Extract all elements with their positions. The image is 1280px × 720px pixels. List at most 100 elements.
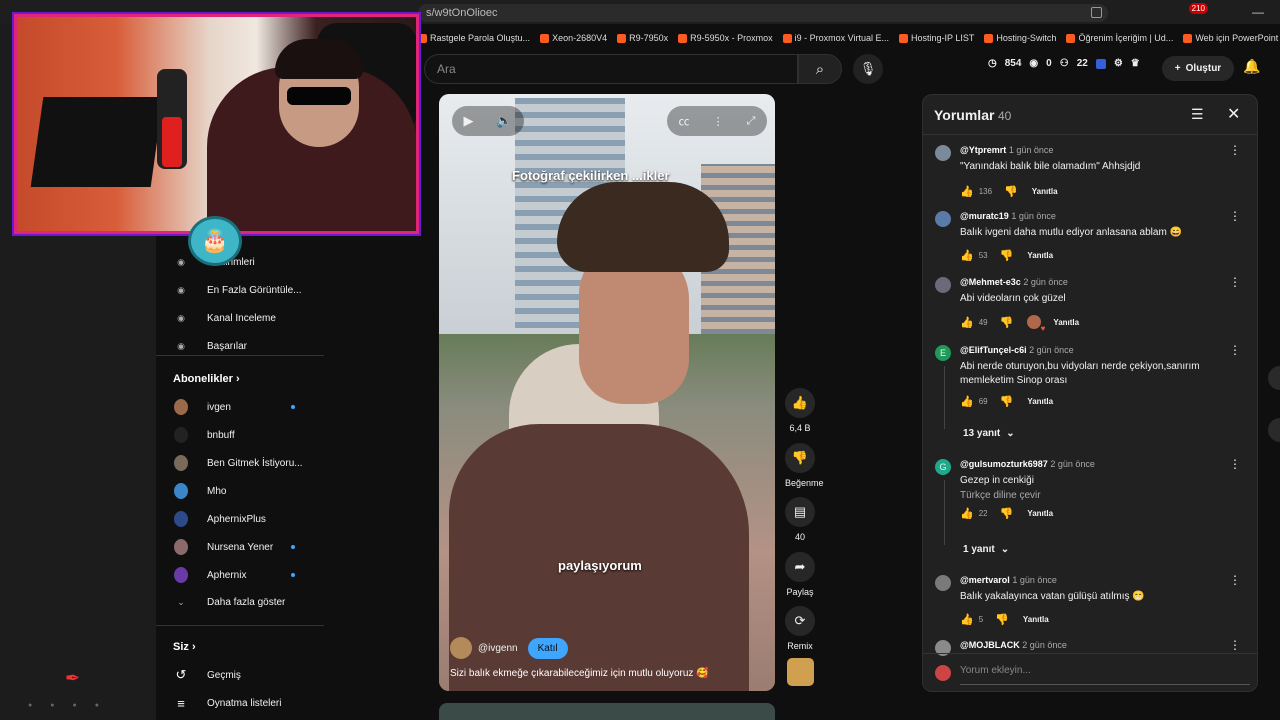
comment-author[interactable]: @ElifTunçel-c6i 2 gün önce [960,345,1074,355]
trophy-icon[interactable]: ♛ [1131,58,1140,69]
thumbs-down-icon[interactable]: 👎 [995,613,1009,626]
avatar[interactable] [935,575,951,591]
address-bar[interactable]: s/w9tOnOlioec [418,4,1108,22]
bookmark-item[interactable]: i9 - Proxmox Virtual E... [782,33,889,43]
avatar[interactable] [935,277,951,293]
extension-icon[interactable] [1095,58,1106,69]
bookmark-item[interactable]: Web için PowerPoint -... [1183,33,1280,43]
thumbs-up-icon[interactable]: 👍 [960,316,974,329]
comment-author[interactable]: @muratc19 1 gün önce [960,211,1056,221]
bookmark-item[interactable]: Öğrenim İçeriğim | Ud... [1066,33,1173,43]
translate-link[interactable]: Türkçe diline çevir [960,490,1041,501]
next-short-button[interactable] [1268,366,1280,390]
comment-author[interactable]: @Mehmet-e3c 2 gün önce [960,277,1068,287]
sidebar-item-history[interactable]: ↺ Geçmiş [156,661,324,689]
voice-search-button[interactable]: 🎙 [853,54,883,84]
comment-icon[interactable]: ▤ [785,497,815,527]
bookmark-item[interactable]: Xeon-2680V4 [540,33,607,43]
sidebar-item-studio[interactable]: ◉ En Fazla Görüntüle... [156,276,324,304]
reply-button[interactable]: Yanıtla [1027,509,1053,518]
dislike-action[interactable]: 👎 Beğenme [785,443,824,488]
sidebar-item-subscription[interactable]: Mho [156,477,324,505]
more-vert-icon[interactable]: ⋮ [1229,638,1241,652]
thumbs-down-icon[interactable]: 👎 [1000,316,1014,329]
more-vert-icon[interactable]: ⋮ [1229,573,1241,587]
search-input[interactable]: Ara [424,54,798,84]
bookmark-item[interactable]: R9-5950x - Proxmox [678,33,773,43]
channel-avatar[interactable] [450,637,472,659]
fullscreen-icon[interactable]: ⤢ [747,115,756,128]
sidebar-item-subscription[interactable]: Nursena Yener [156,533,324,561]
video-description[interactable]: Sizi balık ekmeğe çıkarabileceğimiz için… [450,668,709,679]
thumbs-down-icon[interactable]: 👎 [1000,249,1014,262]
bookmark-item[interactable]: Hosting-Switch [984,33,1056,43]
replies-toggle[interactable]: 13 yanıt ⌄ [963,428,1015,439]
reply-button[interactable]: Yanıtla [1027,397,1053,406]
create-button[interactable]: + Oluştur [1162,56,1234,81]
channel-name[interactable]: @ivgenn [478,643,518,654]
like-action[interactable]: 👍 6,4 B [785,388,815,433]
sidebar-item-studio[interactable]: ◉ ...ildirimleri [156,248,324,276]
thumbs-up-icon[interactable]: 👍 [960,507,974,520]
reply-button[interactable]: Yanıtla [1032,187,1058,196]
previous-short-button[interactable] [1268,418,1280,442]
more-vert-icon[interactable]: ⋮ [1229,343,1241,357]
more-vert-icon[interactable]: ⋮ [1229,143,1241,157]
comment-input[interactable]: Yorum ekleyin... [960,665,1250,685]
avatar[interactable]: E [935,345,951,361]
bookmark-item[interactable]: Hosting-IP LIST [899,33,974,43]
avatar[interactable] [935,145,951,161]
play-icon[interactable]: ▶ [463,113,473,129]
replies-toggle[interactable]: 1 yanıt ⌄ [963,544,1009,555]
sidebar-item-playlists[interactable]: ≡ Oynatma listeleri [156,689,324,717]
short-video-player[interactable] [439,94,775,691]
more-vert-icon[interactable]: ⋮ [1229,457,1241,471]
thumbs-down-icon[interactable]: 👎 [1004,185,1018,198]
remix-icon[interactable]: ⟳ [785,606,815,636]
thumbs-down-icon[interactable]: 👎 [1000,507,1014,520]
avatar[interactable] [935,211,951,227]
more-vert-icon[interactable]: ⋮ [713,115,724,128]
reply-button[interactable]: Yanıtla [1023,615,1049,624]
comment-author[interactable]: @Ytpremrt 1 gün önce [960,145,1053,155]
comment-author[interactable]: @MOJBLACK 2 gün önce [960,640,1067,650]
notifications-bell-icon[interactable]: 🔔 [1243,58,1260,75]
sidebar-item-subscription[interactable]: bnbuff [156,421,324,449]
minimize-icon[interactable]: — [1252,5,1264,19]
comment-author[interactable]: @mertvarol 1 gün önce [960,575,1057,585]
join-button[interactable]: Katıl [527,637,568,659]
audio-thumbnail[interactable] [787,658,814,686]
thumbs-up-icon[interactable]: 👍 [960,185,974,198]
subscriptions-heading[interactable]: Abonelikler › [173,373,240,385]
you-heading[interactable]: Siz › [173,641,196,653]
thumbs-down-icon[interactable]: 👎 [785,443,815,473]
thumbs-up-icon[interactable]: 👍 [785,388,815,418]
bookmark-item[interactable]: Rastgele Parola Oluştu... [418,33,530,43]
thumbs-down-icon[interactable]: 👎 [1000,395,1014,408]
thumbs-up-icon[interactable]: 👍 [960,249,974,262]
sidebar-item-subscription[interactable]: Ben Gitmek İstiyoru... [156,449,324,477]
thumbs-up-icon[interactable]: 👍 [960,395,974,408]
avatar[interactable]: G [935,459,951,475]
search-button[interactable]: ⌕ [798,54,842,84]
sidebar-item-studio[interactable]: ◉ Kanal Inceleme [156,304,324,332]
bookmark-item[interactable]: R9-7950x [617,33,668,43]
comment-author[interactable]: @gulsumozturk6987 2 gün önce [960,459,1095,469]
reply-button[interactable]: Yanıtla [1027,251,1053,260]
thumbs-up-icon[interactable]: 👍 [960,613,974,626]
share-icon[interactable]: ➦ [785,552,815,582]
reply-button[interactable]: Yanıtla [1053,318,1079,327]
more-vert-icon[interactable]: ⋮ [1229,275,1241,289]
gear-icon[interactable]: ⚙ [1114,58,1123,69]
bookmark-star-icon[interactable] [1091,7,1102,18]
next-video-preview[interactable] [439,703,775,720]
volume-icon[interactable]: 🔈 [496,113,512,129]
comments-action[interactable]: ▤ 40 [785,497,815,542]
sidebar-item-subscription[interactable]: ivgen [156,393,324,421]
sidebar-item-subscription[interactable]: Aphernix [156,561,324,589]
sort-icon[interactable]: ☰ [1191,106,1204,123]
captions-icon[interactable]: ㏄ [679,113,690,129]
sidebar-item-subscription[interactable]: AphernixPlus [156,505,324,533]
show-more-button[interactable]: ⌄ Daha fazla göster [156,588,324,616]
remix-action[interactable]: ⟳ Remix [785,606,815,651]
